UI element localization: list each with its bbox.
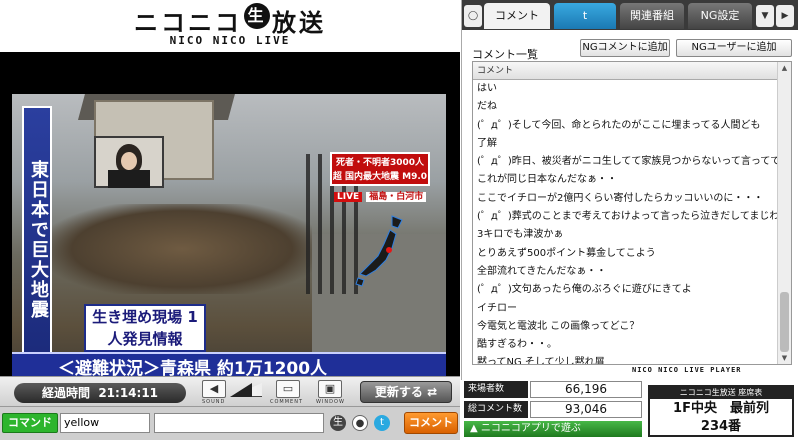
logo-title: ニコニコ生放送	[134, 3, 326, 38]
comment-row[interactable]: だね	[473, 98, 779, 116]
seat-card: ニコニコ生放送 座席表 1F中央 最前列 234番	[648, 385, 794, 437]
caption-box: 生き埋め現場 1人発見情報	[84, 304, 206, 352]
comment-column-header[interactable]: コメント	[473, 62, 779, 80]
post-comment-button[interactable]: コメント	[404, 412, 458, 434]
comment-rows: はい だね (゜д゜)そして今回、命とられたのがここに埋まってる人間ども 了解 (゜д゜…	[473, 80, 779, 364]
side-panel: ◯ コメント t 関連番組 NG設定 ▼ ▶ コメント一覧 NGコメントに追加 …	[461, 0, 798, 380]
comment-input[interactable]	[154, 413, 324, 433]
comment-row[interactable]: (゜д゜)文句あったら俺のぶろぐに遊びにきてよ	[473, 281, 779, 299]
logo-subtitle: NICO NICO LIVE	[169, 34, 291, 47]
ng-user-button[interactable]: NGユーザーに追加	[676, 39, 792, 57]
ng-comment-button[interactable]: NGコメントに追加	[580, 39, 670, 57]
tab-ng-settings[interactable]: NG設定	[688, 3, 752, 29]
window-label: WINDOW	[316, 399, 345, 405]
live-label: LIVE	[334, 192, 363, 202]
anchor-body	[108, 170, 150, 188]
scroll-thumb[interactable]	[780, 292, 789, 352]
comment-list-title: コメント一覧	[472, 48, 538, 61]
sound-label: SOUND	[202, 399, 226, 405]
comment-row[interactable]: とりあえず500ポイント募金してこよう	[473, 245, 779, 263]
comment-toggle-icon[interactable]: ▭	[276, 380, 300, 398]
rubble	[52, 204, 312, 294]
comment-row[interactable]: イチロー	[473, 300, 779, 318]
video-player-area: ニコニコ生放送 NICO NICO LIVE 東日本で巨大地震 死者・不明者30…	[0, 0, 460, 440]
headline-banner: 死者・不明者3000人超 国内最大地震 M9.0	[330, 152, 430, 186]
comment-row[interactable]: (゜д゜)そして今回、命とられたのがここに埋まってる人間ども	[473, 117, 779, 135]
play-app-link[interactable]: ▲ ニコニコアプリで遊ぶ	[464, 421, 642, 437]
command-input[interactable]: yellow	[60, 413, 150, 433]
logo-text-right: 放送	[272, 9, 326, 37]
volume-level	[230, 383, 252, 397]
sound-icon[interactable]: ◀	[202, 380, 226, 398]
japan-map-icon	[355, 215, 403, 287]
comments-count-value: 93,046	[530, 401, 642, 418]
visitors-value: 66,196	[530, 381, 642, 398]
comment-row[interactable]: 黙ってNG そして少し黙れ屑	[473, 354, 779, 364]
live-icon[interactable]: 生	[330, 415, 346, 431]
seat-title: ニコニコ生放送 座席表	[650, 387, 792, 399]
comment-row[interactable]: ここでイチローが2億円くらい寄付したらカッコいいのに・・・	[473, 190, 779, 208]
logo-text-left: ニコニコ	[134, 9, 242, 37]
comment-row[interactable]: 3キロでも津波かぁ	[473, 226, 779, 244]
refresh-button[interactable]: 更新する ⇄	[360, 381, 452, 403]
elapsed-label: 経過時間	[41, 386, 90, 400]
side-caption: 東日本で巨大地震	[22, 106, 52, 366]
comment-row[interactable]: 了解	[473, 135, 779, 153]
command-bar: コマンド yellow 生 ● t コメント	[0, 406, 460, 440]
comment-grid: コメント はい だね (゜д゜)そして今回、命とられたのがここに埋まってる人間ども了…	[472, 61, 792, 365]
logo: ニコニコ生放送 NICO NICO LIVE	[0, 0, 460, 52]
play-app-icon: ▲	[470, 423, 478, 434]
play-app-label: ニコニコアプリで遊ぶ	[480, 423, 581, 434]
comment-label: COMMENT	[270, 399, 304, 405]
comment-row[interactable]: はい	[473, 80, 779, 98]
stats-panel: 来場者数 66,196 総コメント数 93,046	[464, 381, 642, 419]
comment-scrollbar[interactable]: ▲ ▼	[777, 62, 791, 364]
live-tag: LIVE 福島・白河市	[334, 190, 430, 204]
tab-dropdown-icon[interactable]: ▼	[756, 5, 774, 27]
anchor-inset	[94, 136, 164, 188]
tab-twitter[interactable]: t	[554, 3, 616, 29]
player-tag: NICO NICO LIVE PLAYER	[632, 366, 742, 374]
seat-row: 1F中央 最前列	[673, 401, 769, 416]
comment-row[interactable]: これが同じ日本なんだなぁ・・	[473, 171, 779, 189]
comments-count-label: 総コメント数	[464, 401, 528, 418]
nico-live-player: ニコニコ生放送 NICO NICO LIVE 東日本で巨大地震 死者・不明者30…	[0, 0, 798, 440]
comment-row[interactable]: (゜д゜)葬式のことまで考えておけよって言ったら泣きだしてまじわろす	[473, 208, 779, 226]
tab-scroll-right-icon[interactable]: ▶	[776, 5, 794, 27]
comment-row[interactable]: 酷すぎるわ・・。	[473, 336, 779, 354]
comment-row[interactable]: 全部流れてきたんだなぁ・・	[473, 263, 779, 281]
comments-stat: 総コメント数 93,046	[464, 401, 642, 419]
live-location: 福島・白河市	[366, 192, 427, 202]
tab-comments[interactable]: コメント	[484, 3, 550, 29]
elapsed-value: 21:14:11	[98, 386, 159, 400]
panel-tabs: ◯ コメント t 関連番組 NG設定 ▼ ▶	[462, 0, 798, 30]
control-bar: 経過時間 21:14:11 ◀ SOUND ▭ COMMENT ▣ WINDOW…	[0, 376, 460, 406]
news-ticker: ＜避難状況＞青森県 約1万1200人	[12, 352, 446, 376]
scroll-up-icon[interactable]: ▲	[778, 62, 791, 74]
window-icon[interactable]: ▣	[318, 380, 342, 398]
visitors-stat: 来場者数 66,196	[464, 381, 642, 399]
logo-badge: 生	[244, 3, 270, 29]
scroll-down-icon[interactable]: ▼	[778, 352, 791, 364]
visitors-label: 来場者数	[464, 381, 528, 398]
circle-icon[interactable]: ●	[352, 415, 368, 431]
refresh-label: 更新する	[374, 385, 423, 399]
video-screen[interactable]: 東日本で巨大地震 死者・不明者3000人超 国内最大地震 M9.0 LIVE 福島…	[0, 52, 460, 376]
tab-related[interactable]: 関連番組	[620, 3, 684, 29]
twitter-icon[interactable]: t	[374, 415, 390, 431]
elapsed-time: 経過時間 21:14:11	[14, 383, 186, 403]
comment-row[interactable]: (゜д゜)昨日、被災者がニコ生してて家族見つからないって言ってて	[473, 153, 779, 171]
anchor-face	[121, 152, 137, 170]
seat-number: 234番	[700, 419, 742, 434]
refresh-icon: ⇄	[427, 385, 438, 399]
comment-row[interactable]: 今電気と電波北 この画像ってどこ？	[473, 318, 779, 336]
command-button[interactable]: コマンド	[2, 413, 58, 433]
tab-scroll-left-icon[interactable]: ◯	[464, 5, 482, 27]
